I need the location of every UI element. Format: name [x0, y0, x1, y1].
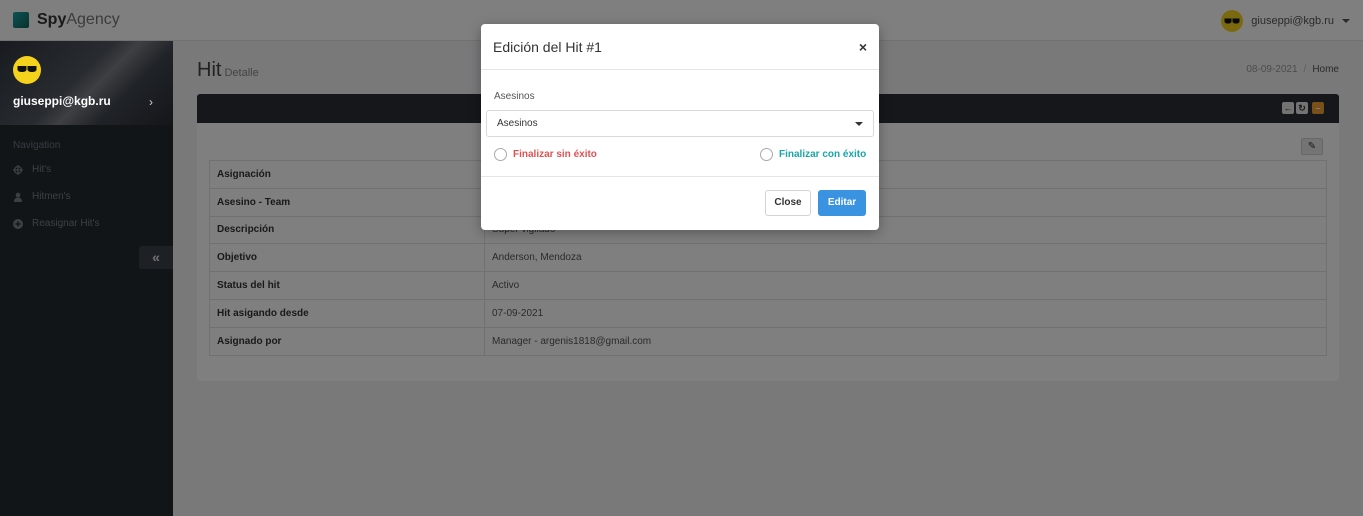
close-button[interactable]: Close [765, 190, 811, 216]
radio-circle[interactable] [760, 148, 773, 161]
select-value: Asesinos [497, 118, 538, 129]
chevron-right-icon[interactable]: › [149, 95, 153, 109]
chevron-down-icon [855, 122, 863, 126]
asesinos-label: Asesinos [494, 91, 535, 102]
radio-label: Finalizar sin éxito [513, 149, 597, 160]
asesinos-select[interactable]: Asesinos [486, 110, 874, 137]
radio-label: Finalizar con éxito [779, 149, 867, 160]
edit-hit-modal: Edición del Hit #1 × Asesinos Asesinos F… [481, 24, 879, 230]
radio-finalizar-sin-exito[interactable]: Finalizar sin éxito [494, 148, 597, 161]
divider [481, 69, 879, 70]
avatar [13, 56, 41, 84]
close-icon[interactable]: × [859, 39, 867, 55]
edit-button[interactable]: Editar [818, 190, 866, 216]
radio-circle[interactable] [494, 148, 507, 161]
modal-title: Edición del Hit #1 [493, 39, 602, 55]
sidebar-username: giuseppi@kgb.ru [13, 94, 111, 108]
radio-finalizar-con-exito[interactable]: Finalizar con éxito [760, 148, 866, 161]
divider [481, 176, 879, 177]
